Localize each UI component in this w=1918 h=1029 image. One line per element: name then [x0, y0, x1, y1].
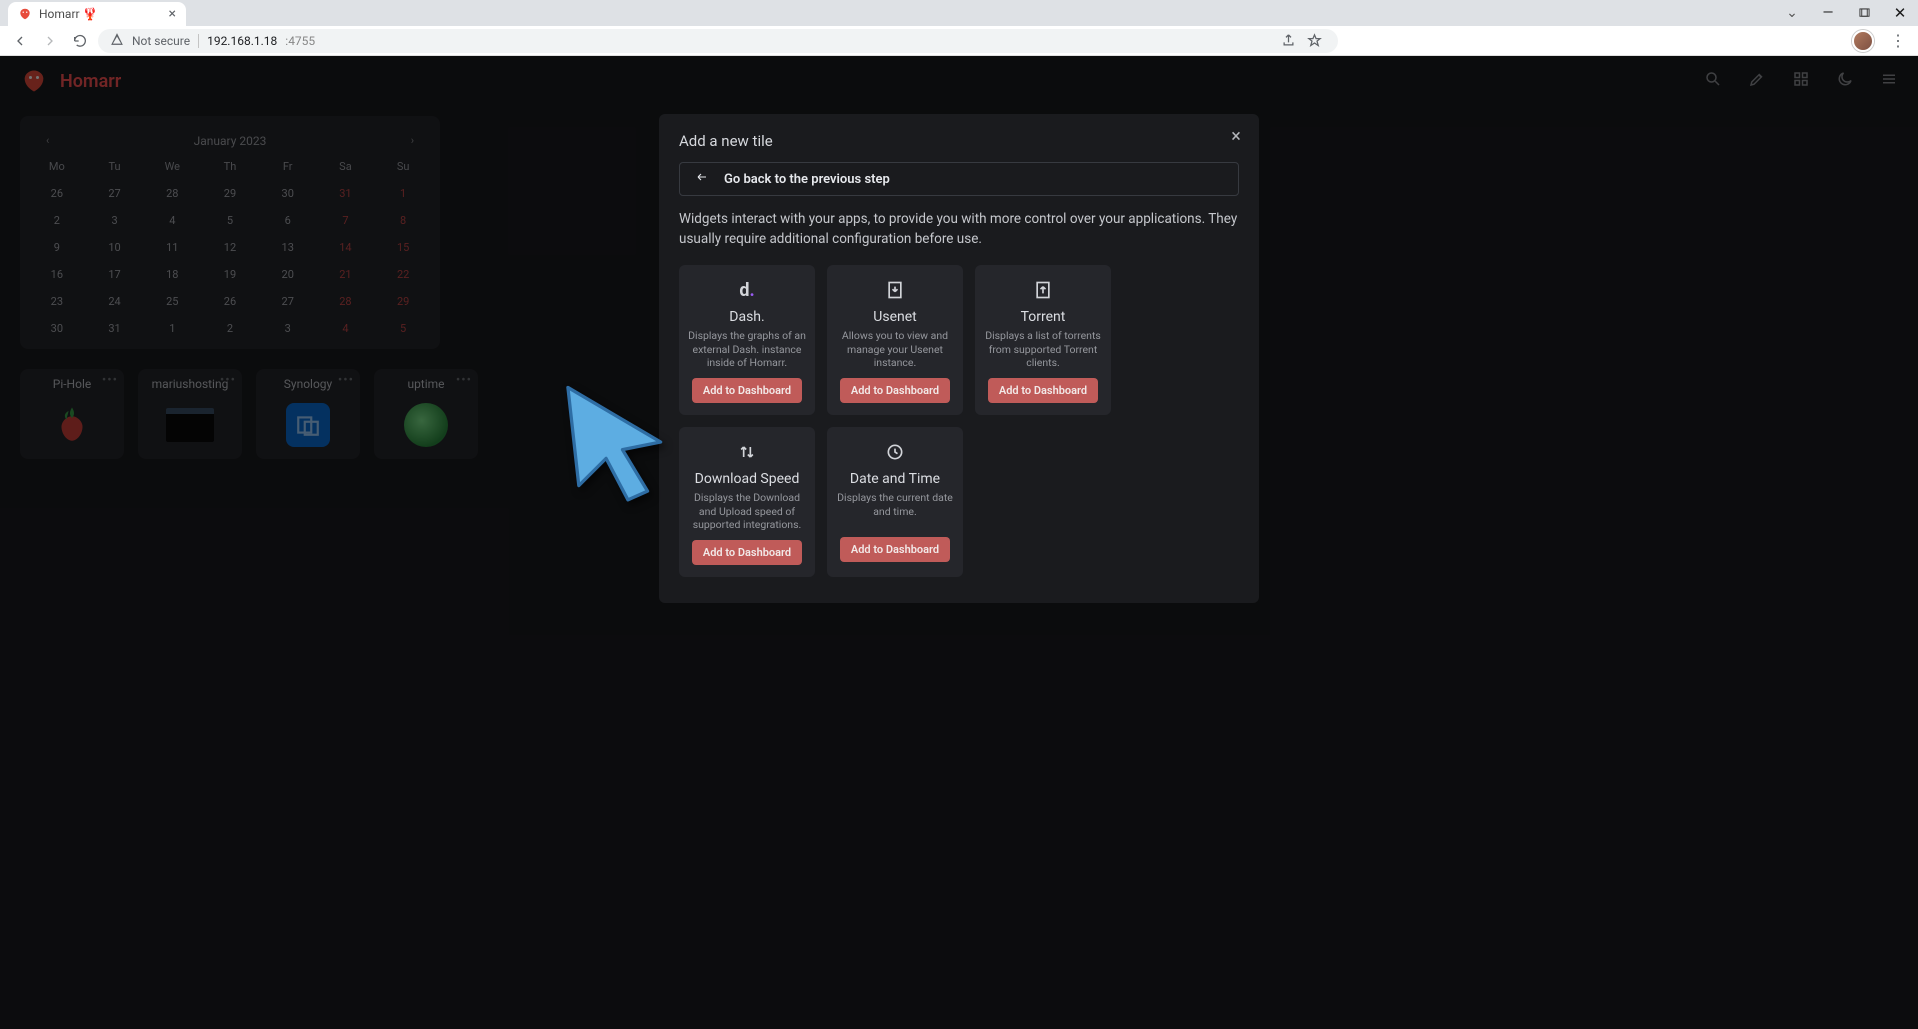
widget-desc: Allows you to view and manage your Usene…	[835, 329, 955, 370]
widget-tile-speed: Download Speed Displays the Download and …	[679, 427, 815, 577]
tab-title: Homarr 🦞	[39, 7, 98, 21]
widget-desc: Displays the current date and time.	[835, 491, 955, 529]
urlbar-actions	[1276, 29, 1326, 53]
widget-desc: Displays the Download and Upload speed o…	[687, 491, 807, 532]
chrome-menu-icon[interactable]: ⋮	[1886, 29, 1910, 53]
browser-toolbar: Not secure 192.168.1.18 :4755 ⋮	[0, 26, 1918, 56]
add-tile-modal: × Add a new tile Go back to the previous…	[659, 114, 1259, 603]
widget-title: Download Speed	[695, 471, 800, 487]
bookmark-icon[interactable]	[1302, 29, 1326, 53]
share-icon[interactable]	[1276, 29, 1300, 53]
add-to-dashboard-button[interactable]: Add to Dashboard	[988, 378, 1098, 403]
usenet-icon	[885, 277, 905, 303]
add-to-dashboard-button[interactable]: Add to Dashboard	[840, 378, 950, 403]
tab-close-icon[interactable]: ×	[169, 7, 176, 21]
urlbar-separator	[198, 34, 199, 48]
widget-desc: Displays the graphs of an external Dash.…	[687, 329, 807, 370]
widget-tile-datetime: Date and Time Displays the current date a…	[827, 427, 963, 577]
maximize-icon[interactable]	[1846, 4, 1882, 23]
datetime-icon	[885, 439, 905, 465]
go-back-label: Go back to the previous step	[724, 172, 890, 187]
minimize-icon[interactable]: —	[1810, 5, 1846, 21]
speed-icon	[736, 439, 758, 465]
widget-title: Torrent	[1021, 309, 1066, 325]
widget-tile-usenet: Usenet Allows you to view and manage your…	[827, 265, 963, 415]
reload-icon[interactable]	[68, 29, 92, 53]
widget-desc: Displays a list of torrents from support…	[983, 329, 1103, 370]
widget-title: Date and Time	[850, 471, 940, 487]
nav-back-icon[interactable]	[8, 29, 32, 53]
torrent-icon	[1033, 277, 1053, 303]
nav-forward-icon[interactable]	[38, 29, 62, 53]
widget-title: Usenet	[873, 309, 916, 325]
chevron-down-icon[interactable]: ⌄	[1774, 5, 1810, 21]
dash-icon: d.	[739, 277, 754, 303]
homarr-favicon	[18, 7, 32, 21]
add-to-dashboard-button[interactable]: Add to Dashboard	[840, 537, 950, 562]
url-bar[interactable]: Not secure 192.168.1.18 :4755	[98, 29, 1338, 53]
close-window-icon[interactable]: ✕	[1882, 4, 1918, 22]
profile-avatar[interactable]	[1852, 30, 1874, 52]
add-to-dashboard-button[interactable]: Add to Dashboard	[692, 378, 802, 403]
modal-title: Add a new tile	[679, 132, 1239, 150]
widget-tile-torrent: Torrent Displays a list of torrents from …	[975, 265, 1111, 415]
modal-description: Widgets interact with your apps, to prov…	[679, 210, 1239, 249]
widget-tile-dash: d. Dash. Displays the graphs of an externa…	[679, 265, 815, 415]
widget-title: Dash.	[729, 309, 764, 325]
not-secure-icon	[110, 32, 124, 49]
widget-tiles: d. Dash. Displays the graphs of an externa…	[679, 265, 1239, 577]
browser-tabstrip: Homarr 🦞 × ⌄ — ✕	[0, 0, 1918, 26]
window-controls: ⌄ — ✕	[1774, 0, 1918, 26]
modal-close-icon[interactable]: ×	[1225, 126, 1247, 148]
security-label: Not secure	[132, 34, 190, 48]
address-host: 192.168.1.18	[207, 34, 277, 48]
arrow-left-icon	[694, 171, 710, 187]
go-back-button[interactable]: Go back to the previous step	[679, 162, 1239, 196]
browser-tab[interactable]: Homarr 🦞 ×	[8, 2, 186, 26]
address-port: :4755	[285, 34, 315, 48]
add-to-dashboard-button[interactable]: Add to Dashboard	[692, 540, 802, 565]
app-root: Homarr ‹ January 2023 ›	[0, 56, 1918, 1029]
